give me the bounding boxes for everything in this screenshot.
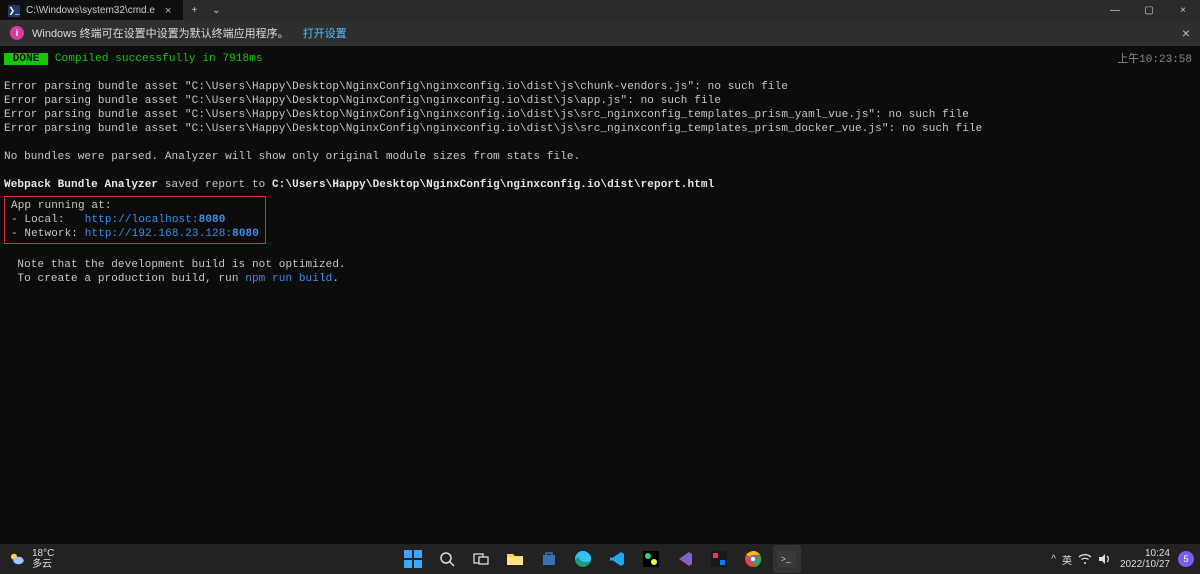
vscode-icon[interactable] [603, 545, 631, 573]
title-bar: ❯_ C:\Windows\system32\cmd.e × + ⌄ — ▢ × [0, 0, 1200, 20]
edge-icon[interactable] [569, 545, 597, 573]
note-line: Note that the development build is not o… [4, 258, 1196, 272]
taskbar-clock[interactable]: 10:24 2022/10/27 [1120, 548, 1170, 570]
analyzer-path: C:\Users\Happy\Desktop\NginxConfig\nginx… [272, 179, 714, 191]
windows-taskbar: 18°C 多云 >_ ^ 英 [0, 544, 1200, 574]
compile-timestamp: 上午10:23:58 [1117, 50, 1192, 66]
app-running-label: App running at: [11, 199, 259, 213]
search-button[interactable] [433, 545, 461, 573]
local-url-line: - Local: http://localhost:8080 [11, 213, 259, 227]
error-line: Error parsing bundle asset "C:\Users\Hap… [4, 80, 1196, 94]
default-terminal-notification: i Windows 终端可在设置中设置为默认终端应用程序。 打开设置 × [0, 20, 1200, 46]
clock-date: 2022/10/27 [1120, 559, 1170, 570]
blank-line [4, 244, 1196, 258]
note-line: To create a production build, run npm ru… [4, 272, 1196, 286]
taskbar-right: ^ 英 10:24 2022/10/27 5 [1051, 548, 1200, 570]
highlighted-urls-box: App running at: - Local: http://localhos… [4, 196, 266, 244]
intellij-icon[interactable] [705, 545, 733, 573]
system-tray[interactable]: ^ 英 [1051, 552, 1112, 567]
titlebar-drag-region[interactable] [227, 0, 1098, 20]
clock-time: 10:24 [1120, 548, 1170, 559]
start-button[interactable] [399, 545, 427, 573]
task-view-button[interactable] [467, 545, 495, 573]
visual-studio-icon[interactable] [671, 545, 699, 573]
network-url-line: - Network: http://192.168.23.128:8080 [11, 227, 259, 241]
weather-temp: 18°C [32, 548, 54, 559]
info-icon: i [10, 26, 24, 40]
svg-text:>_: >_ [781, 554, 791, 564]
tab-cmd[interactable]: ❯_ C:\Windows\system32\cmd.e × [0, 0, 183, 20]
npm-run-build-cmd: npm run build [245, 273, 332, 285]
notification-text: Windows 终端可在设置中设置为默认终端应用程序。 [32, 25, 289, 41]
weather-widget[interactable]: 18°C 多云 [8, 548, 54, 570]
windows-terminal-icon[interactable]: >_ [773, 545, 801, 573]
tray-chevron-up-icon[interactable]: ^ [1051, 554, 1056, 565]
microsoft-store-icon[interactable] [535, 545, 563, 573]
file-explorer-icon[interactable] [501, 545, 529, 573]
volume-icon[interactable] [1098, 553, 1112, 565]
network-url[interactable]: http://192.168.23.128:8080 [85, 228, 259, 240]
taskbar-center: >_ [399, 545, 801, 573]
tab-controls: + ⌄ [183, 0, 227, 20]
done-badge: DONE [4, 53, 48, 65]
error-line: Error parsing bundle asset "C:\Users\Hap… [4, 122, 1196, 136]
tab-title: C:\Windows\system32\cmd.e [26, 5, 155, 16]
tab-dropdown-button[interactable]: ⌄ [205, 0, 227, 20]
error-line: Error parsing bundle asset "C:\Users\Hap… [4, 94, 1196, 108]
dismiss-notification-button[interactable]: × [1182, 25, 1190, 41]
new-tab-button[interactable]: + [183, 0, 205, 20]
analyzer-mid: saved report to [158, 179, 272, 191]
blank-line [4, 136, 1196, 150]
weather-desc: 多云 [32, 559, 54, 570]
blank-line [4, 66, 1196, 80]
notification-center-badge[interactable]: 5 [1178, 551, 1194, 567]
local-url[interactable]: http://localhost:8080 [85, 214, 226, 226]
weather-icon [8, 550, 26, 568]
close-window-button[interactable]: × [1166, 0, 1200, 20]
wifi-icon[interactable] [1078, 553, 1092, 565]
taskbar-left: 18°C 多云 [0, 548, 54, 570]
chrome-icon[interactable] [739, 545, 767, 573]
analyzer-line: Webpack Bundle Analyzer saved report to … [4, 178, 1196, 192]
maximize-button[interactable]: ▢ [1132, 0, 1166, 20]
minimize-button[interactable]: — [1098, 0, 1132, 20]
tab-close-button[interactable]: × [161, 5, 175, 17]
terminal-window: ❯_ C:\Windows\system32\cmd.e × + ⌄ — ▢ ×… [0, 0, 1200, 574]
analyzer-label: Webpack Bundle Analyzer [4, 179, 158, 191]
window-controls: — ▢ × [1098, 0, 1200, 20]
terminal-output[interactable]: 上午10:23:58 DONE Compiled successfully in… [0, 46, 1200, 544]
blank-line [4, 164, 1196, 178]
done-message: Compiled successfully in 7918ms [55, 53, 263, 65]
ime-indicator[interactable]: 英 [1062, 552, 1072, 567]
done-line: DONE Compiled successfully in 7918ms [4, 52, 1196, 66]
open-settings-link[interactable]: 打开设置 [303, 25, 347, 41]
terminal-app-icon: ❯_ [8, 5, 20, 17]
error-line: Error parsing bundle asset "C:\Users\Hap… [4, 108, 1196, 122]
pycharm-icon[interactable] [637, 545, 665, 573]
no-bundles-line: No bundles were parsed. Analyzer will sh… [4, 150, 1196, 164]
